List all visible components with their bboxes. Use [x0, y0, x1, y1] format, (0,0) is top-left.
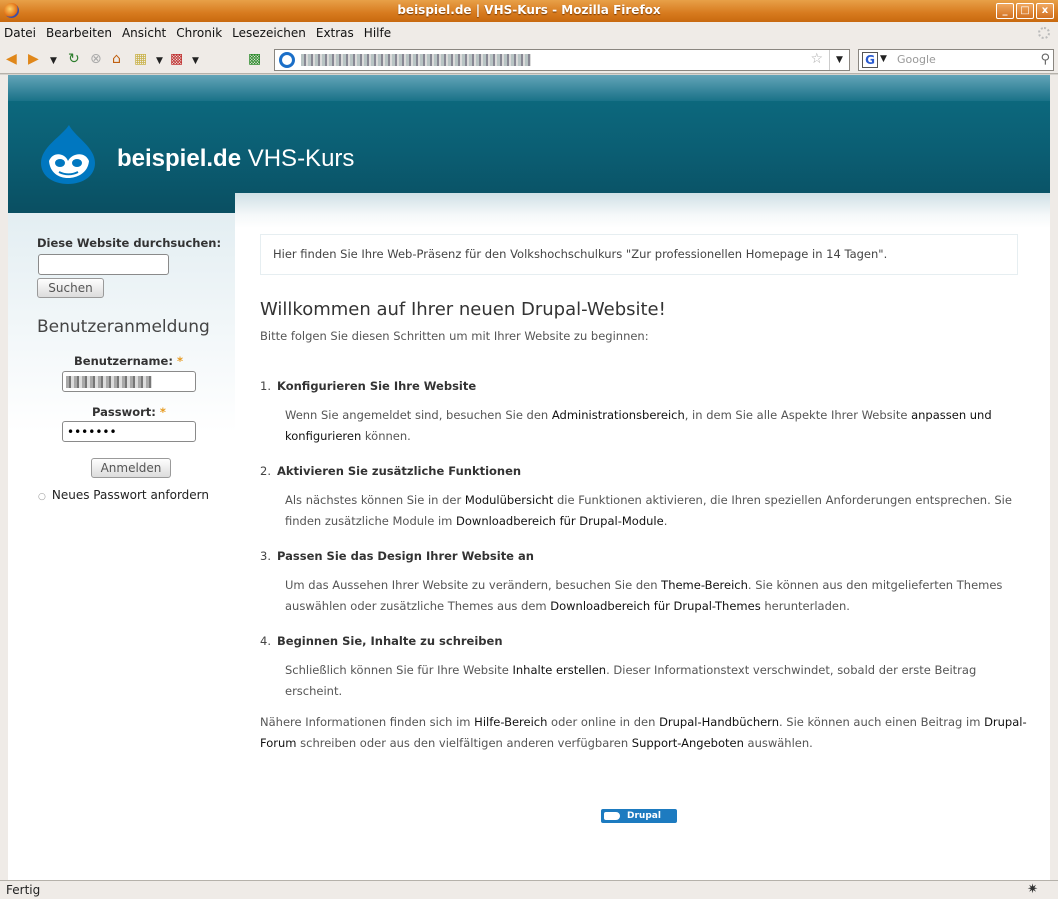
left-sidebar: Diese Website durchsuchen: Suchen Benutz…: [8, 213, 235, 880]
search-bar[interactable]: G ▼ Google ⚲: [858, 49, 1054, 71]
url-dropdown-icon[interactable]: ▼: [829, 50, 849, 70]
step-2: 2. Aktivieren Sie zusätzliche Funktionen…: [260, 464, 1030, 532]
menu-chronik[interactable]: Chronik: [176, 26, 222, 40]
url-text-redacted: [301, 54, 531, 66]
stop-icon[interactable]: ⊗: [90, 52, 102, 66]
bullet-icon: ○: [38, 492, 46, 502]
status-bar: Fertig ✷: [0, 880, 1058, 899]
step-heading: 3. Passen Sie das Design Ihrer Website a…: [260, 549, 534, 563]
addon-dropdown-icon[interactable]: ▼: [192, 54, 199, 68]
menu-bar: Datei Bearbeiten Ansicht Chronik Lesezei…: [0, 22, 1058, 44]
history-dropdown-icon[interactable]: ▼: [50, 54, 57, 68]
maximize-button[interactable]: □: [1016, 3, 1034, 19]
step-heading: 4. Beginnen Sie, Inhalte zu schreiben: [260, 634, 503, 648]
back-arrow-icon[interactable]: ◀: [6, 52, 17, 66]
step-text: Schließlich können Sie für Ihre Website …: [285, 663, 977, 698]
navigation-toolbar: ◀ ▶ ▼ ↻ ⊗ ⌂ ▦ ▼ ▩ ▼ ▩ ☆ ▼ G ▼ Google ⚲: [0, 44, 1058, 74]
menu-bearbeiten[interactable]: Bearbeiten: [46, 26, 112, 40]
support-link[interactable]: Support-Angeboten: [632, 736, 744, 750]
step-heading: 2. Aktivieren Sie zusätzliche Funktionen: [260, 464, 522, 478]
addon-green-icon[interactable]: ▩: [248, 52, 261, 66]
site-name[interactable]: beispiel.de VHS-Kurs: [117, 145, 354, 173]
step-1: 1. Konfigurieren Sie Ihre Website Wenn S…: [260, 379, 1030, 447]
step-text: Um das Aussehen Ihrer Website zu verände…: [285, 578, 1003, 613]
themes-link[interactable]: Theme-Bereich: [661, 578, 748, 592]
page-subtitle: Bitte folgen Sie diesen Schritten um mit…: [260, 329, 649, 343]
search-button[interactable]: Suchen: [37, 278, 104, 298]
home-icon[interactable]: ⌂: [112, 52, 121, 66]
module-downloads-link[interactable]: Downloadbereich für Drupal-Module: [456, 514, 664, 528]
forward-arrow-icon[interactable]: ▶: [28, 52, 39, 66]
window-controls: _ □ x: [996, 3, 1054, 19]
handbook-link[interactable]: Drupal-Handbüchern: [659, 715, 779, 729]
page-viewport: beispiel.de VHS-Kurs Diese Website durch…: [8, 75, 1050, 880]
step-4: 4. Beginnen Sie, Inhalte zu schreiben Sc…: [260, 634, 1030, 702]
new-password-item: ○ Neues Passwort anfordern: [38, 488, 209, 502]
menu-extras[interactable]: Extras: [316, 26, 354, 40]
menu-hilfe[interactable]: Hilfe: [364, 26, 391, 40]
site-search-input[interactable]: [38, 254, 169, 275]
url-bar[interactable]: ☆ ▼: [274, 49, 850, 71]
create-content-link[interactable]: Inhalte erstellen: [513, 663, 607, 677]
firebug-icon[interactable]: ✷: [1027, 882, 1038, 897]
help-paragraph: Nähere Informationen finden sich im Hilf…: [260, 715, 1027, 750]
minimize-button[interactable]: _: [996, 3, 1014, 19]
menu-lesezeichen[interactable]: Lesezeichen: [232, 26, 306, 40]
drupal-drop-logo[interactable]: [39, 123, 97, 185]
google-engine-icon[interactable]: G: [862, 52, 878, 68]
password-input[interactable]: [62, 421, 196, 442]
intro-box: Hier finden Sie Ihre Web-Präsenz für den…: [260, 234, 1018, 275]
login-title: Benutzeranmeldung: [37, 317, 210, 337]
search-magnifier-icon[interactable]: ⚲: [1040, 52, 1050, 67]
login-button[interactable]: Anmelden: [91, 458, 171, 478]
reload-icon[interactable]: ↻: [68, 52, 80, 66]
bookmark-manager-icon[interactable]: ▦: [134, 52, 147, 66]
page-title: Willkommen auf Ihrer neuen Drupal-Websit…: [260, 299, 666, 320]
username-label: Benutzername: *: [74, 354, 183, 368]
engine-dropdown-icon[interactable]: ▼: [880, 54, 887, 64]
header-highlight: [8, 75, 1050, 101]
password-label: Passwort: *: [92, 405, 166, 419]
step-heading: 1. Konfigurieren Sie Ihre Website: [260, 379, 477, 393]
left-window-border: [0, 75, 8, 880]
window-titlebar: beispiel.de | VHS-Kurs - Mozilla Firefox…: [0, 0, 1058, 22]
bookmark-star-icon[interactable]: ☆: [810, 51, 823, 67]
search-placeholder: Google: [897, 53, 936, 66]
window-title: beispiel.de | VHS-Kurs - Mozilla Firefox: [397, 3, 661, 17]
addon-red-icon[interactable]: ▩: [170, 52, 183, 66]
theme-downloads-link[interactable]: Downloadbereich für Drupal-Themes: [550, 599, 760, 613]
menu-datei[interactable]: Datei: [4, 26, 36, 40]
right-window-border: [1050, 75, 1058, 880]
search-label: Diese Website durchsuchen:: [37, 236, 222, 250]
powered-by-drupal-badge[interactable]: Drupal: [601, 809, 677, 823]
username-input[interactable]: [62, 371, 196, 392]
modules-link[interactable]: Modulübersicht: [465, 493, 553, 507]
step-3: 3. Passen Sie das Design Ihrer Website a…: [260, 549, 1030, 617]
close-button[interactable]: x: [1036, 3, 1054, 19]
new-password-link[interactable]: Neues Passwort anfordern: [52, 488, 209, 502]
help-link[interactable]: Hilfe-Bereich: [474, 715, 547, 729]
activity-throbber-icon: [1038, 27, 1050, 39]
menu-ansicht[interactable]: Ansicht: [122, 26, 166, 40]
step-text: Als nächstes können Sie in der Modulüber…: [285, 493, 1012, 528]
site-favicon-icon: [279, 52, 295, 68]
bookmark-dropdown-icon[interactable]: ▼: [156, 54, 163, 68]
admin-link[interactable]: Administrationsbereich: [552, 408, 685, 422]
step-text: Wenn Sie angemeldet sind, besuchen Sie d…: [285, 408, 992, 443]
status-text: Fertig: [6, 883, 41, 897]
